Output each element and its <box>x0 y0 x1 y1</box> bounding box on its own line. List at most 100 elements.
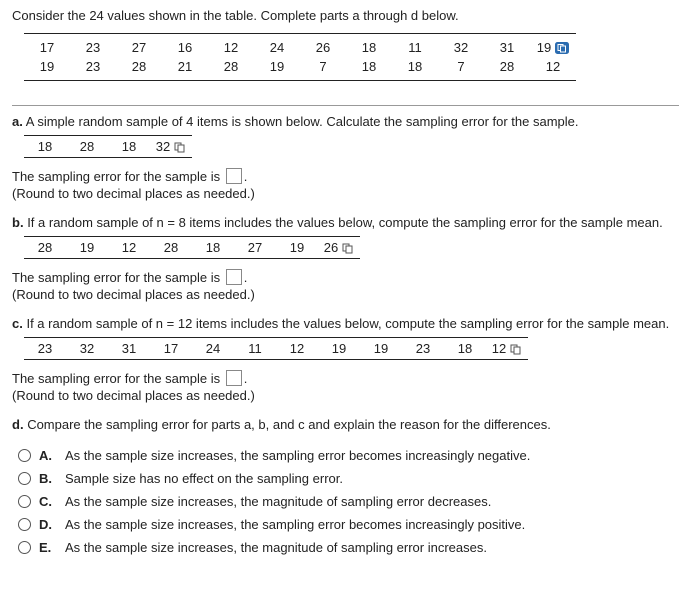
sample-cell: 18 <box>108 139 150 154</box>
table-cell: 7 <box>300 57 346 76</box>
sample-cell: 12 <box>276 341 318 356</box>
sample-cell: 26 <box>318 240 360 255</box>
table-cell: 12 <box>208 38 254 57</box>
sample-cell: 19 <box>360 341 402 356</box>
table-cell: 16 <box>162 38 208 57</box>
part-d: d. Compare the sampling error for parts … <box>12 417 679 559</box>
sample-cell: 32 <box>66 341 108 356</box>
rounding-hint: (Round to two decimal places as needed.) <box>12 186 679 201</box>
choice-a[interactable]: A. As the sample size increases, the sam… <box>12 444 679 467</box>
table-cell: 27 <box>116 38 162 57</box>
population-table: 17 23 27 16 12 24 26 18 11 32 31 19 19 2… <box>24 33 576 81</box>
sample-cell: 18 <box>24 139 66 154</box>
question-prompt: Consider the 24 values shown in the tabl… <box>12 8 679 23</box>
table-cell: 28 <box>484 57 530 76</box>
table-cell: 26 <box>300 38 346 57</box>
table-cell: 12 <box>530 57 576 76</box>
table-cell: 28 <box>208 57 254 76</box>
sample-cell: 18 <box>444 341 486 356</box>
rounding-hint: (Round to two decimal places as needed.) <box>12 287 679 302</box>
radio-icon[interactable] <box>18 449 31 462</box>
choice-letter: E. <box>39 540 57 555</box>
table-cell: 18 <box>346 57 392 76</box>
choice-text: As the sample size increases, the sampli… <box>65 448 530 463</box>
table-cell: 21 <box>162 57 208 76</box>
sample-cell: 31 <box>108 341 150 356</box>
choice-text: As the sample size increases, the magnit… <box>65 540 487 555</box>
copy-icon[interactable] <box>555 42 569 54</box>
answer-input-b[interactable] <box>226 269 242 285</box>
answer-input-c[interactable] <box>226 370 242 386</box>
table-cell: 28 <box>116 57 162 76</box>
sample-cell: 27 <box>234 240 276 255</box>
sample-cell: 17 <box>150 341 192 356</box>
sample-cell: 28 <box>66 139 108 154</box>
sample-cell: 19 <box>276 240 318 255</box>
radio-icon[interactable] <box>18 541 31 554</box>
answer-line-b: The sampling error for the sample is . <box>12 269 679 285</box>
part-a-text: a. A simple random sample of 4 items is … <box>12 114 679 129</box>
choice-text: Sample size has no effect on the samplin… <box>65 471 343 486</box>
table-cell: 32 <box>438 38 484 57</box>
table-cell: 19 <box>254 57 300 76</box>
copy-icon[interactable] <box>510 344 522 355</box>
choice-letter: D. <box>39 517 57 532</box>
answer-line-a: The sampling error for the sample is . <box>12 168 679 184</box>
part-d-text: d. Compare the sampling error for parts … <box>12 417 679 432</box>
choice-text: As the sample size increases, the magnit… <box>65 494 491 509</box>
sample-cell: 32 <box>150 139 192 154</box>
table-row: 19 23 28 21 28 19 7 18 18 7 28 12 <box>24 57 576 76</box>
sample-cell: 23 <box>24 341 66 356</box>
sample-cell: 28 <box>24 240 66 255</box>
table-cell: 24 <box>254 38 300 57</box>
sample-a-values: 18 28 18 32 <box>24 135 192 158</box>
rounding-hint: (Round to two decimal places as needed.) <box>12 388 679 403</box>
radio-icon[interactable] <box>18 518 31 531</box>
table-cell: 11 <box>392 38 438 57</box>
part-label: d. <box>12 417 24 432</box>
part-c: c. If a random sample of n = 12 items in… <box>12 316 679 403</box>
sample-cell: 11 <box>234 341 276 356</box>
choice-e[interactable]: E. As the sample size increases, the mag… <box>12 536 679 559</box>
table-cell: 18 <box>346 38 392 57</box>
part-a: a. A simple random sample of 4 items is … <box>12 114 679 201</box>
answer-input-a[interactable] <box>226 168 242 184</box>
choice-b[interactable]: B. Sample size has no effect on the samp… <box>12 467 679 490</box>
table-cell: 7 <box>438 57 484 76</box>
sample-c-values: 23 32 31 17 24 11 12 19 19 23 18 12 <box>24 337 528 360</box>
part-b-text: b. If a random sample of n = 8 items inc… <box>12 215 679 230</box>
part-label: a. <box>12 114 23 129</box>
sample-cell: 18 <box>192 240 234 255</box>
part-label: b. <box>12 215 24 230</box>
table-cell: 18 <box>392 57 438 76</box>
table-cell: 23 <box>70 38 116 57</box>
part-b: b. If a random sample of n = 8 items inc… <box>12 215 679 302</box>
table-cell: 17 <box>24 38 70 57</box>
sample-cell: 12 <box>108 240 150 255</box>
choice-letter: B. <box>39 471 57 486</box>
choice-text: As the sample size increases, the sampli… <box>65 517 525 532</box>
part-c-text: c. If a random sample of n = 12 items in… <box>12 316 679 331</box>
sample-cell: 19 <box>66 240 108 255</box>
sample-cell: 19 <box>318 341 360 356</box>
copy-icon[interactable] <box>174 142 186 153</box>
radio-icon[interactable] <box>18 495 31 508</box>
part-label: c. <box>12 316 23 331</box>
multiple-choice-list: A. As the sample size increases, the sam… <box>12 444 679 559</box>
choice-c[interactable]: C. As the sample size increases, the mag… <box>12 490 679 513</box>
table-cell: 31 <box>484 38 530 57</box>
table-cell: 23 <box>70 57 116 76</box>
answer-line-c: The sampling error for the sample is . <box>12 370 679 386</box>
radio-icon[interactable] <box>18 472 31 485</box>
choice-d[interactable]: D. As the sample size increases, the sam… <box>12 513 679 536</box>
sample-cell: 23 <box>402 341 444 356</box>
sample-cell: 28 <box>150 240 192 255</box>
choice-letter: A. <box>39 448 57 463</box>
sample-cell: 12 <box>486 341 528 356</box>
table-cell: 19 <box>530 38 576 57</box>
divider <box>12 105 679 106</box>
table-row: 17 23 27 16 12 24 26 18 11 32 31 19 <box>24 38 576 57</box>
sample-cell: 24 <box>192 341 234 356</box>
copy-icon[interactable] <box>342 243 354 254</box>
sample-b-values: 28 19 12 28 18 27 19 26 <box>24 236 360 259</box>
